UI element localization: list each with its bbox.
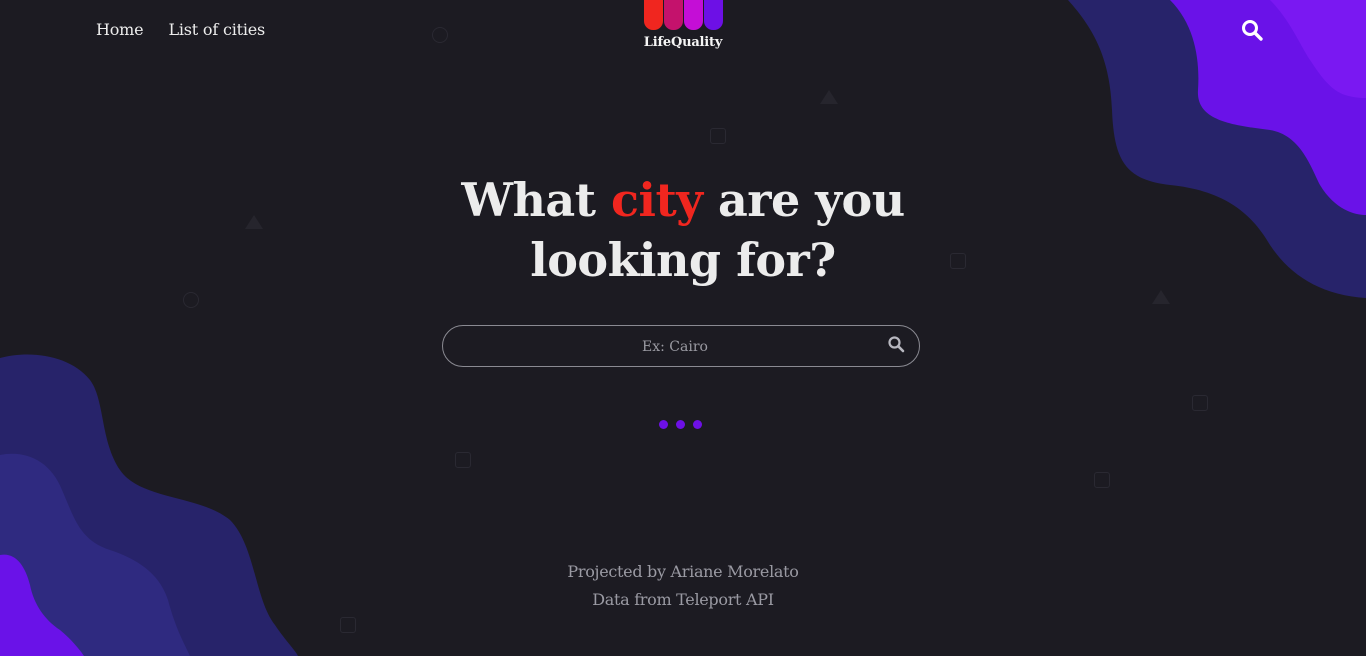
footer-data-source: Data from Teleport API [592, 590, 774, 609]
decor-square-icon [1094, 472, 1110, 488]
decor-square-icon [340, 617, 356, 633]
decor-circle-icon [432, 27, 448, 43]
logo-bar [683, 0, 703, 30]
decor-triangle-icon [1152, 290, 1170, 304]
logo-bar [703, 0, 723, 30]
city-search-box [442, 325, 920, 367]
search-icon [888, 336, 905, 353]
page: Home List of cities LifeQuality What cit… [0, 0, 1366, 656]
hero-title: What city are you looking for? [383, 170, 983, 290]
logo-text: LifeQuality [643, 35, 723, 50]
decor-triangle-icon [245, 215, 263, 229]
decor-square-icon [455, 452, 471, 468]
decor-square-icon [1192, 395, 1208, 411]
loading-dot [659, 420, 668, 429]
loading-indicator [659, 420, 702, 429]
hero-title-accent: city [611, 173, 703, 227]
nav-link-home[interactable]: Home [96, 20, 144, 39]
main-nav: Home List of cities [96, 20, 265, 39]
nav-link-list-of-cities[interactable]: List of cities [168, 20, 265, 39]
footer-credit: Projected by Ariane Morelato [567, 562, 799, 581]
search-icon [1242, 20, 1263, 41]
footer: Projected by Ariane Morelato Data from T… [483, 558, 883, 614]
logo-bar [643, 0, 663, 30]
nav-search-button[interactable] [1240, 18, 1266, 44]
logo[interactable]: LifeQuality [642, 0, 724, 50]
logo-bar [663, 0, 683, 30]
decor-triangle-icon [820, 90, 838, 104]
loading-dot [676, 420, 685, 429]
logo-bars-icon [642, 0, 724, 30]
decor-circle-icon [183, 292, 199, 308]
loading-dot [693, 420, 702, 429]
city-search-input[interactable] [463, 326, 887, 367]
decor-square-icon [710, 128, 726, 144]
city-search-button[interactable] [887, 335, 907, 355]
hero-title-start: What [461, 173, 611, 227]
